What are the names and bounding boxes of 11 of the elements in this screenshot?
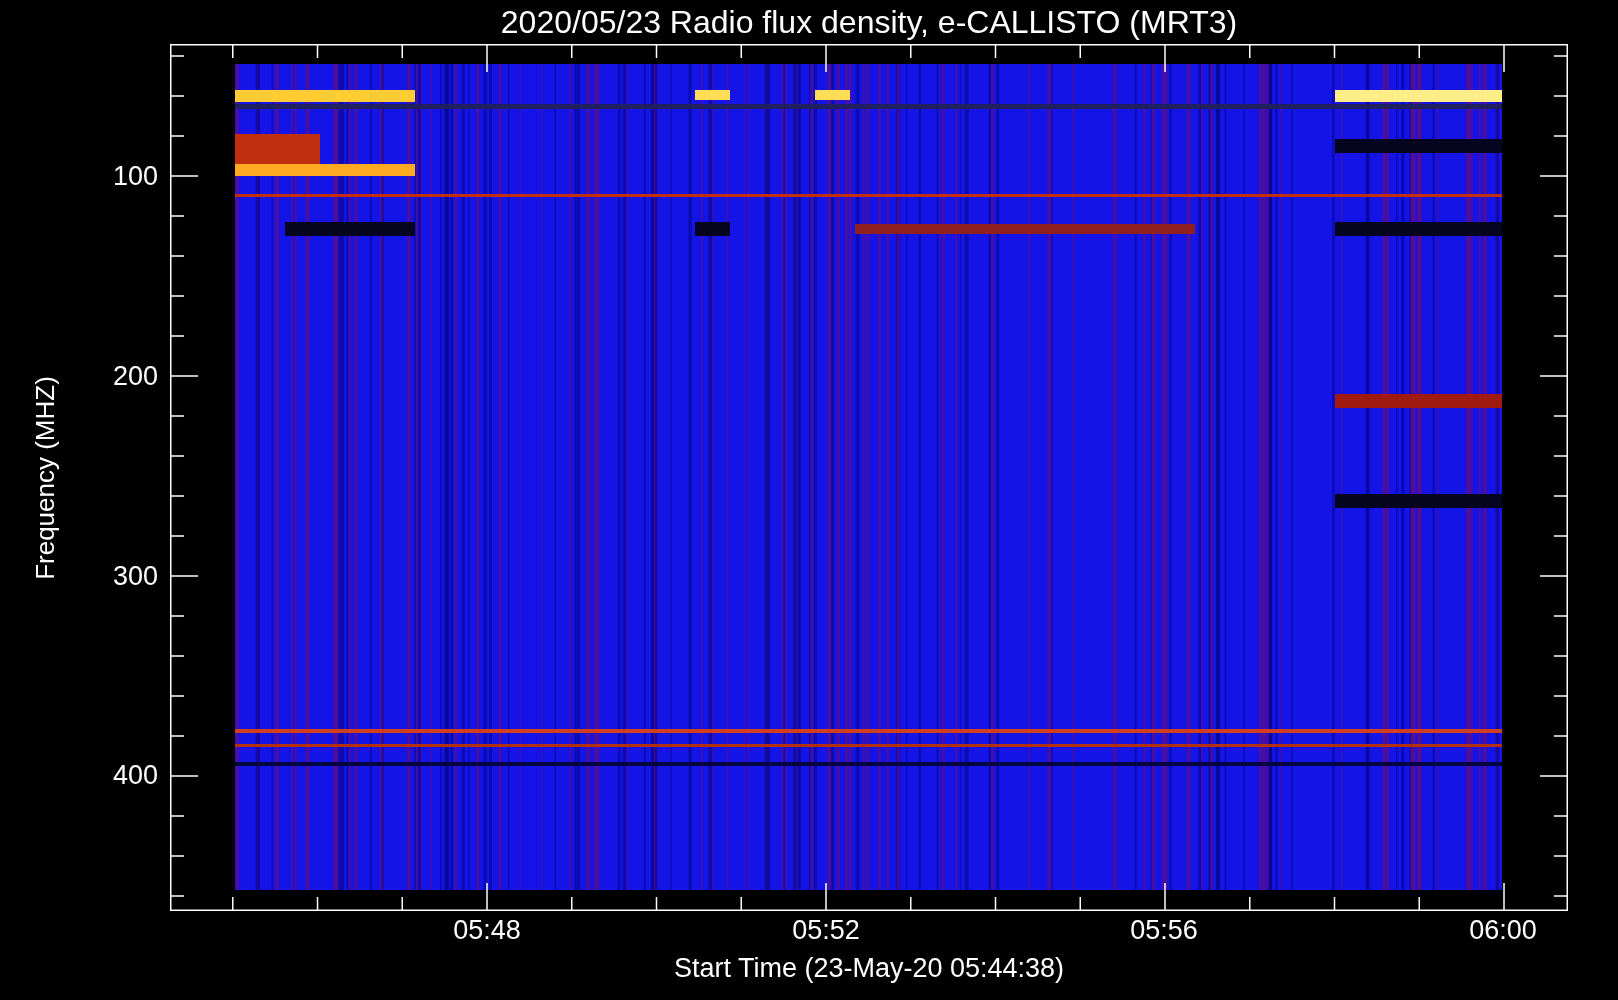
x-tick-label: 06:00 (1469, 917, 1537, 944)
y-tick-label: 300 (112, 562, 158, 590)
x-tick-label: 05:52 (792, 917, 860, 944)
y-tick-label: 400 (112, 761, 158, 789)
y-axis-label: Frequency (MHZ) (32, 375, 58, 580)
x-axis-label: Start Time (23-May-20 05:44:38) (673, 955, 1065, 982)
chart-title: 2020/05/23 Radio flux density, e-CALLISTO (MRT3) (500, 6, 1238, 38)
y-tick-label: 200 (112, 362, 158, 390)
x-tick-label: 05:56 (1130, 917, 1198, 944)
x-tick-label: 05:48 (453, 917, 521, 944)
y-tick-label: 100 (112, 162, 158, 190)
